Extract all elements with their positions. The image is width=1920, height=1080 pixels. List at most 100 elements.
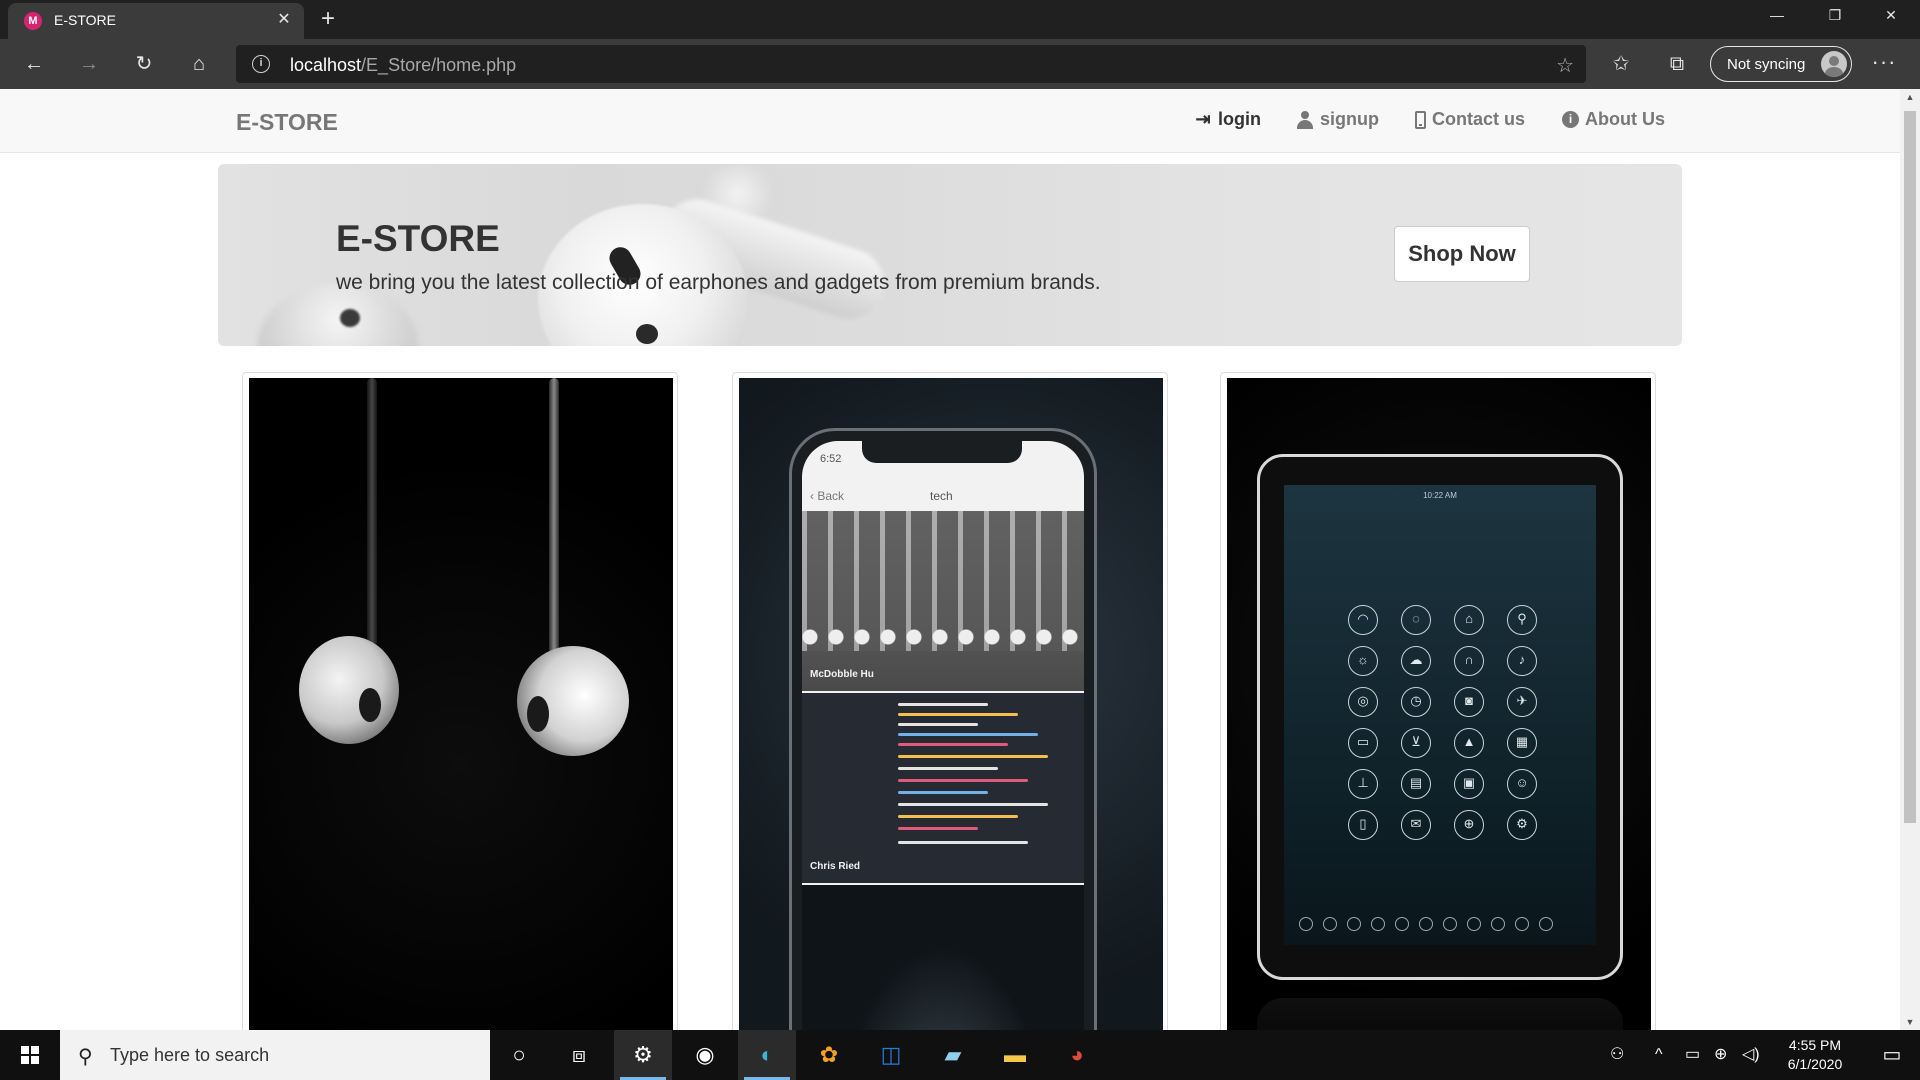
browser-titlebar: M E-STORE ✕ + — ❐ ✕ bbox=[0, 0, 1920, 39]
nav-contact-link[interactable]: Contact us bbox=[1415, 109, 1525, 130]
phone-notch bbox=[862, 441, 1022, 463]
search-icon: ⚲ bbox=[78, 1046, 93, 1068]
people-icon[interactable]: ⚇ bbox=[1610, 1030, 1624, 1080]
pin-icon: ⊥ bbox=[1348, 769, 1378, 799]
earphone-cable bbox=[367, 378, 377, 648]
earbud-left bbox=[299, 636, 399, 744]
code-line bbox=[898, 815, 1018, 818]
task-view-icon[interactable]: ⧈ bbox=[550, 1030, 608, 1080]
dock-icon bbox=[1371, 917, 1385, 931]
forward-arrow-icon[interactable]: → bbox=[73, 48, 105, 80]
dock-icon bbox=[1467, 917, 1481, 931]
code-line bbox=[898, 803, 1048, 806]
refresh-icon[interactable]: ↻ bbox=[128, 48, 160, 80]
scroll-down-arrow-icon[interactable]: ▼ bbox=[1900, 1014, 1920, 1030]
hero-earbud-grill bbox=[340, 309, 360, 327]
dock-icon bbox=[1299, 917, 1313, 931]
globe-icon: ⊕ bbox=[1454, 810, 1484, 840]
back-arrow-icon[interactable]: ← bbox=[18, 48, 50, 80]
nav-login-link[interactable]: ⇥ login bbox=[1194, 109, 1261, 130]
more-menu-icon[interactable]: ··· bbox=[1868, 48, 1900, 80]
tablet-device: 10:22 AM ◠ ◌ ⌂ ⚲ ☼ ☁ ∩ ♪ ◎ ◷ ◙ ✈ ▭ ⊻ ▲ ▦ bbox=[1257, 454, 1623, 980]
paint-app-icon[interactable]: ✿ bbox=[800, 1030, 858, 1080]
earbud-grill bbox=[359, 688, 381, 722]
dock-icon bbox=[1515, 917, 1529, 931]
minimize-button[interactable]: — bbox=[1748, 0, 1806, 32]
favorites-icon[interactable]: ✩ bbox=[1606, 49, 1636, 79]
tray-chevron-icon[interactable]: ^ bbox=[1655, 1030, 1663, 1080]
nav-signup-link[interactable]: signup bbox=[1296, 109, 1379, 130]
phone-device: 6:52 ‹ Back tech McDobble Hu Chris Ried bbox=[789, 428, 1097, 1030]
address-bar[interactable]: i localhost/E_Store/home.php ☆ bbox=[236, 45, 1586, 83]
earbud-grill bbox=[527, 696, 549, 732]
phone-back-label: Back bbox=[817, 489, 845, 503]
code-line bbox=[898, 723, 978, 726]
earphones-image[interactable] bbox=[249, 378, 673, 1030]
cart-icon: ⊻ bbox=[1401, 728, 1431, 758]
notes-app-icon[interactable]: ▰ bbox=[924, 1030, 982, 1080]
favorite-star-icon[interactable]: ☆ bbox=[1556, 53, 1574, 78]
chrome-icon[interactable]: ◕ bbox=[1048, 1030, 1106, 1080]
close-window-button[interactable]: ✕ bbox=[1862, 0, 1920, 32]
user-icon: ☺ bbox=[1507, 769, 1537, 799]
calendar-icon: ▤ bbox=[1401, 769, 1431, 799]
collections-icon[interactable]: ⧉ bbox=[1662, 49, 1692, 79]
media-app-icon[interactable]: ◉ bbox=[676, 1030, 734, 1080]
hero-earbud-grill bbox=[636, 324, 658, 344]
start-button[interactable] bbox=[0, 1030, 60, 1080]
product-card-phone[interactable]: 6:52 ‹ Back tech McDobble Hu Chris Ried bbox=[732, 372, 1168, 1030]
code-line bbox=[898, 733, 1038, 736]
new-tab-button[interactable]: + bbox=[314, 6, 342, 34]
tablet-dock bbox=[1294, 913, 1586, 935]
code-line bbox=[898, 755, 1048, 758]
phone-screen-time: 6:52 bbox=[820, 453, 842, 465]
close-tab-icon[interactable]: ✕ bbox=[274, 10, 294, 30]
settings-icon: ⚙ bbox=[1507, 810, 1537, 840]
dock-icon bbox=[1395, 917, 1409, 931]
product-card-tablet[interactable]: 10:22 AM ◠ ◌ ⌂ ⚲ ☼ ☁ ∩ ♪ ◎ ◷ ◙ ✈ ▭ ⊻ ▲ ▦ bbox=[1220, 372, 1656, 1030]
code-line bbox=[898, 767, 998, 770]
taskbar-search-box[interactable]: ⚲ Type here to search bbox=[60, 1030, 490, 1080]
code-line bbox=[898, 827, 978, 830]
file-explorer-icon[interactable]: ▬ bbox=[986, 1030, 1044, 1080]
page-scrollbar[interactable]: ▲ ▼ bbox=[1900, 89, 1920, 1030]
notification-center-icon[interactable]: ▭ bbox=[1864, 1030, 1920, 1080]
url-text[interactable]: localhost/E_Store/home.php bbox=[290, 55, 516, 76]
tablet-image[interactable]: 10:22 AM ◠ ◌ ⌂ ⚲ ☼ ☁ ∩ ♪ ◎ ◷ ◙ ✈ ▭ ⊻ ▲ ▦ bbox=[1227, 378, 1651, 1030]
site-brand[interactable]: E-STORE bbox=[236, 109, 338, 136]
dock-icon bbox=[1323, 917, 1337, 931]
dock-icon bbox=[1347, 917, 1361, 931]
settings-gear-icon[interactable]: ⚙ bbox=[614, 1030, 672, 1080]
product-card-earphones[interactable] bbox=[242, 372, 678, 1030]
login-icon: ⇥ bbox=[1195, 109, 1211, 129]
phone-earth-tile bbox=[802, 885, 1084, 1030]
code-line bbox=[898, 841, 1028, 844]
battery-icon[interactable]: ▭ bbox=[1685, 1030, 1700, 1080]
outlook-icon[interactable]: ◫ bbox=[862, 1030, 920, 1080]
network-globe-icon[interactable]: ⊕ bbox=[1714, 1030, 1727, 1080]
site-info-icon[interactable]: i bbox=[252, 55, 270, 73]
nav-about-link[interactable]: i About Us bbox=[1562, 109, 1665, 130]
user-icon bbox=[1296, 110, 1314, 129]
tablet-reflection bbox=[1257, 998, 1623, 1030]
cortana-icon[interactable]: ○ bbox=[490, 1030, 548, 1080]
shop-now-button[interactable]: Shop Now bbox=[1394, 226, 1530, 282]
bokeh-lights bbox=[802, 623, 1084, 651]
scroll-thumb[interactable] bbox=[1904, 111, 1916, 823]
edge-browser-icon[interactable]: ◐ bbox=[738, 1030, 796, 1080]
phone-image[interactable]: 6:52 ‹ Back tech McDobble Hu Chris Ried bbox=[739, 378, 1163, 1030]
restore-button[interactable]: ❐ bbox=[1806, 0, 1864, 32]
storage-icon: ▣ bbox=[1454, 769, 1484, 799]
tablet-status-time: 10:22 AM bbox=[1423, 491, 1457, 500]
scroll-up-arrow-icon[interactable]: ▲ bbox=[1900, 89, 1920, 105]
profile-sync-button[interactable]: Not syncing bbox=[1710, 46, 1852, 82]
home-icon[interactable]: ⌂ bbox=[183, 48, 215, 80]
taskbar-clock[interactable]: 4:55 PM 6/1/2020 bbox=[1770, 1036, 1860, 1074]
phone-screen-title: tech bbox=[930, 489, 953, 503]
search-placeholder: Type here to search bbox=[110, 1045, 270, 1065]
volume-icon[interactable]: ◁) bbox=[1742, 1030, 1760, 1080]
mail-icon: ✉ bbox=[1401, 810, 1431, 840]
code-line bbox=[898, 779, 1028, 782]
phone-icon: ▯ bbox=[1348, 810, 1378, 840]
browser-tab[interactable]: M E-STORE ✕ bbox=[8, 3, 304, 39]
